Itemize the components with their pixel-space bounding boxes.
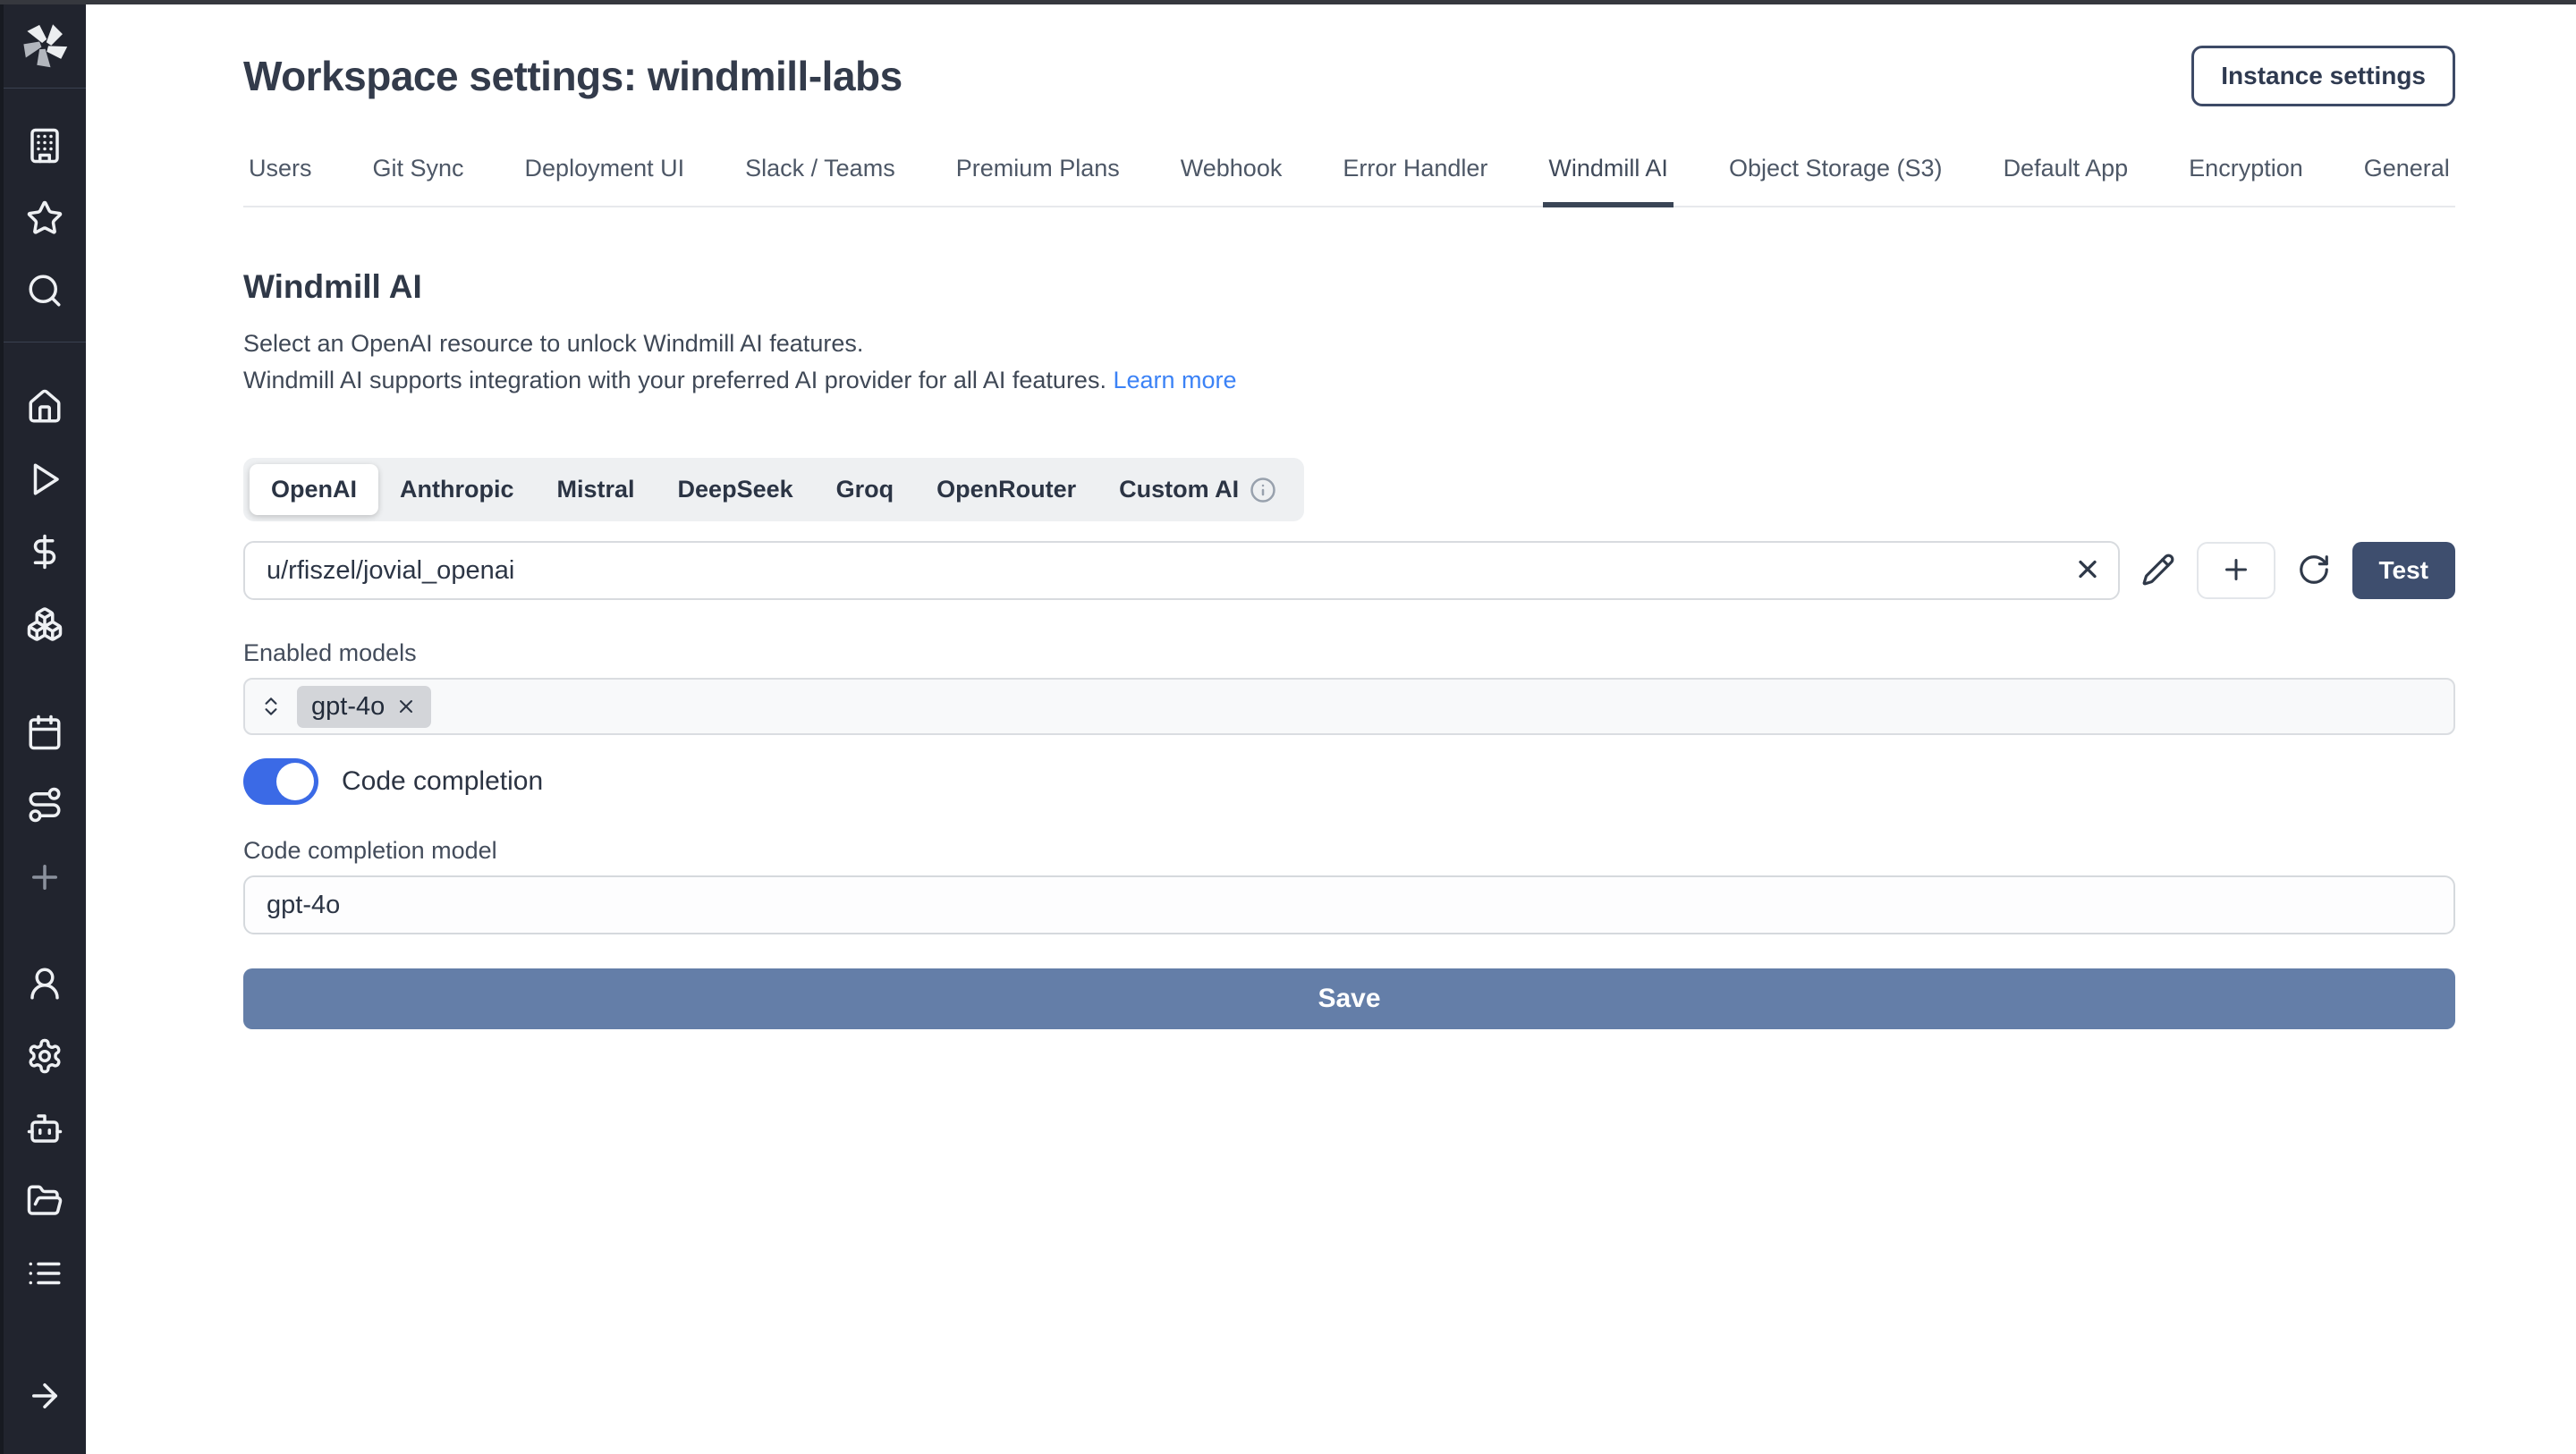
tab-general[interactable]: General	[2359, 155, 2455, 207]
boxes-icon	[26, 605, 64, 647]
settings-tab-bar: Users Git Sync Deployment UI Slack / Tea…	[243, 155, 2455, 207]
windmill-logo-icon	[19, 18, 71, 74]
model-tag: gpt-4o	[297, 686, 431, 728]
home-icon	[26, 388, 64, 430]
sidebar-favorites-button[interactable]	[4, 184, 86, 257]
sidebar-workspace-button[interactable]	[4, 112, 86, 184]
code-completion-label: Code completion	[342, 766, 543, 797]
save-button[interactable]: Save	[243, 968, 2455, 1029]
sidebar-workers-button[interactable]	[4, 1095, 86, 1167]
star-icon	[26, 199, 64, 241]
refresh-resource-button[interactable]	[2292, 547, 2336, 595]
toggle-knob	[276, 763, 314, 800]
refresh-icon	[2297, 553, 2331, 589]
sidebar-triggers-button[interactable]	[4, 771, 86, 843]
main-content: Workspace settings: windmill-labs Instan…	[86, 4, 2576, 1454]
folder-open-icon	[26, 1182, 64, 1224]
edit-resource-button[interactable]	[2136, 547, 2181, 595]
user-icon	[26, 965, 64, 1007]
provider-tab-mistral[interactable]: Mistral	[536, 464, 657, 515]
chevrons-up-down-icon	[259, 695, 283, 718]
dollar-icon	[26, 533, 64, 575]
provider-tab-deepseek[interactable]: DeepSeek	[657, 464, 815, 515]
provider-tab-openai[interactable]: OpenAI	[250, 464, 378, 515]
provider-tab-custom-ai[interactable]: Custom AI	[1097, 464, 1298, 515]
list-icon	[26, 1255, 64, 1297]
search-icon	[26, 272, 64, 314]
model-tag-label: gpt-4o	[311, 692, 385, 722]
sidebar-folders-button[interactable]	[4, 1167, 86, 1239]
robot-icon	[26, 1110, 64, 1152]
tab-object-storage-s3[interactable]: Object Storage (S3)	[1724, 155, 1948, 207]
route-icon	[26, 786, 64, 828]
provider-tab-group: OpenAI Anthropic Mistral DeepSeek Groq O…	[243, 458, 1304, 521]
description-line-1: Select an OpenAI resource to unlock Wind…	[243, 325, 2455, 362]
learn-more-link[interactable]: Learn more	[1113, 367, 1236, 393]
description-line-2: Windmill AI supports integration with yo…	[243, 362, 2455, 399]
sidebar-runs-button[interactable]	[4, 445, 86, 518]
sidebar-settings-button[interactable]	[4, 1022, 86, 1095]
tab-error-handler[interactable]: Error Handler	[1337, 155, 1493, 207]
pencil-icon	[2141, 553, 2175, 589]
clear-resource-button[interactable]	[2073, 555, 2102, 587]
code-completion-model-label: Code completion model	[243, 837, 2455, 865]
enabled-models-multiselect[interactable]: gpt-4o	[243, 678, 2455, 735]
remove-model-icon[interactable]	[395, 696, 417, 717]
tab-deployment-ui[interactable]: Deployment UI	[520, 155, 691, 207]
tab-webhook[interactable]: Webhook	[1175, 155, 1288, 207]
sidebar-audit-logs-button[interactable]	[4, 1239, 86, 1312]
tab-users[interactable]: Users	[243, 155, 318, 207]
page-header: Workspace settings: windmill-labs Instan…	[243, 46, 2455, 106]
arrow-right-icon	[26, 1377, 64, 1419]
tab-encryption[interactable]: Encryption	[2183, 155, 2309, 207]
tab-premium-plans[interactable]: Premium Plans	[951, 155, 1125, 207]
info-icon	[1250, 477, 1276, 503]
resource-input-wrap	[243, 541, 2120, 600]
section-description: Select an OpenAI resource to unlock Wind…	[243, 325, 2455, 399]
tab-slack-teams[interactable]: Slack / Teams	[740, 155, 901, 207]
instance-settings-button[interactable]: Instance settings	[2191, 46, 2455, 106]
building-icon	[26, 127, 64, 169]
code-completion-toggle[interactable]	[243, 758, 318, 805]
resource-picker-row: Test	[243, 541, 2455, 600]
plus-icon	[2220, 554, 2252, 588]
provider-tab-openrouter[interactable]: OpenRouter	[915, 464, 1097, 515]
provider-tab-anthropic[interactable]: Anthropic	[378, 464, 536, 515]
enabled-models-label: Enabled models	[243, 639, 2455, 667]
close-icon	[2073, 555, 2102, 587]
sidebar-variables-button[interactable]	[4, 518, 86, 590]
resource-input[interactable]	[243, 541, 2120, 600]
tab-default-app[interactable]: Default App	[1998, 155, 2134, 207]
test-button[interactable]: Test	[2352, 542, 2456, 599]
provider-tab-groq[interactable]: Groq	[815, 464, 916, 515]
section-heading: Windmill AI	[243, 268, 2455, 306]
tab-windmill-ai[interactable]: Windmill AI	[1543, 155, 1674, 207]
play-icon	[26, 461, 64, 503]
sidebar-home-button[interactable]	[4, 373, 86, 445]
plus-icon	[26, 858, 64, 900]
page-title: Workspace settings: windmill-labs	[243, 52, 902, 100]
sidebar-schedules-button[interactable]	[4, 698, 86, 771]
sidebar-user-button[interactable]	[4, 950, 86, 1022]
sidebar-search-button[interactable]	[4, 257, 86, 329]
sidebar	[0, 4, 86, 1454]
sidebar-expand-button[interactable]	[4, 1362, 86, 1434]
tab-git-sync[interactable]: Git Sync	[368, 155, 470, 207]
code-completion-row: Code completion	[243, 758, 2455, 805]
code-completion-model-input[interactable]	[243, 875, 2455, 934]
gear-icon	[26, 1037, 64, 1079]
sidebar-resources-button[interactable]	[4, 590, 86, 663]
sidebar-add-button[interactable]	[4, 843, 86, 916]
calendar-icon	[26, 714, 64, 756]
sidebar-logo-button[interactable]	[4, 4, 86, 89]
add-resource-button[interactable]	[2197, 542, 2275, 599]
